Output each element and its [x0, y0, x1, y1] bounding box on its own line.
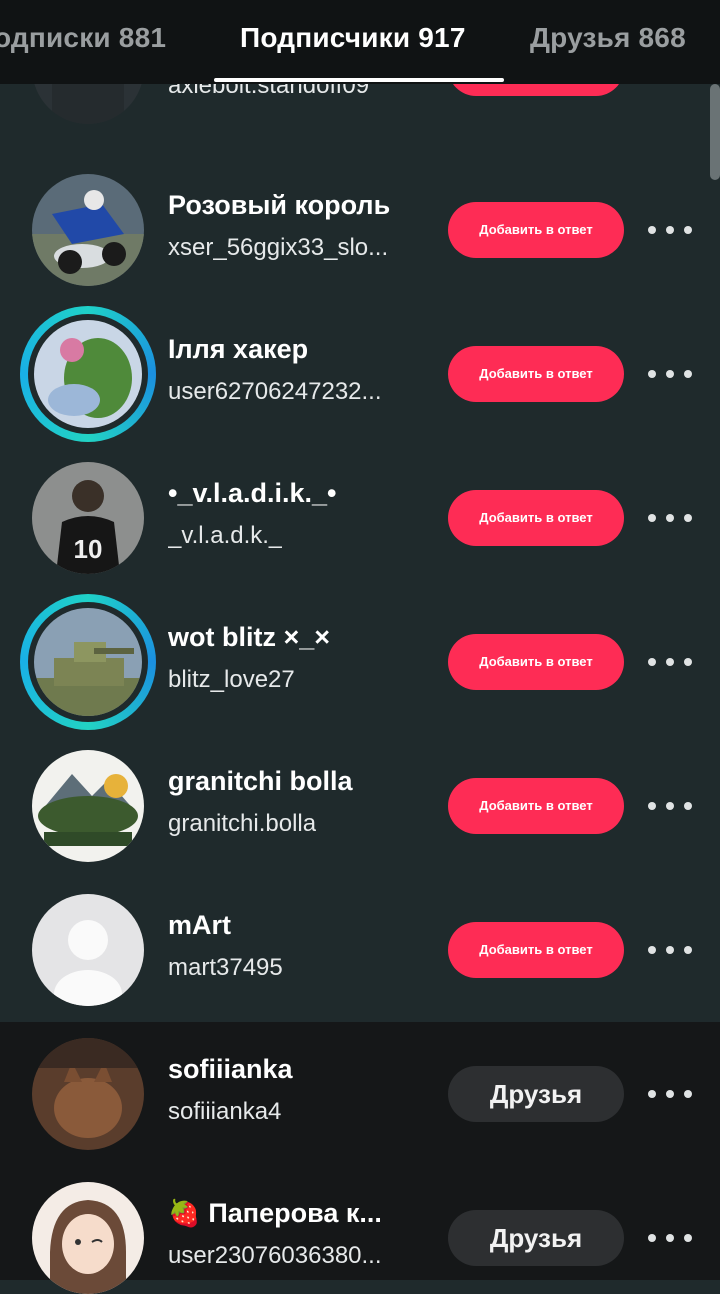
- tab-following[interactable]: одписки 881: [0, 22, 166, 54]
- tab-bar: одписки 881 Подписчики 917 Друзья 868: [0, 0, 720, 84]
- svg-text:10: 10: [74, 534, 103, 564]
- add-to-reply-button[interactable]: Добавить в ответ: [448, 778, 624, 834]
- user-name: Розовый король: [168, 190, 391, 220]
- avatar[interactable]: [32, 1038, 144, 1150]
- user-handle: xser_56ggix33_slo...: [168, 234, 389, 261]
- friends-button[interactable]: Друзья: [448, 1210, 624, 1266]
- avatar[interactable]: [32, 750, 144, 862]
- list-item[interactable]: Розовый король xser_56ggix33_slo... Доба…: [0, 158, 720, 302]
- avatar[interactable]: [32, 1182, 144, 1294]
- add-to-reply-button[interactable]: Добавить в ответ: [448, 634, 624, 690]
- more-dots-icon[interactable]: [648, 502, 692, 534]
- tab-followers[interactable]: Подписчики 917: [240, 22, 466, 54]
- avatar-with-story-ring[interactable]: [20, 594, 156, 730]
- user-name: •_v.l.a.d.i.k._•: [168, 478, 337, 508]
- avatar[interactable]: 10: [32, 462, 144, 574]
- list-item[interactable]: 🍓 Паперова к... user23076036380... Друзья: [0, 1166, 720, 1294]
- list-item[interactable]: granitchi bolla granitchi.bolla Добавить…: [0, 734, 720, 878]
- default-avatar-icon[interactable]: [32, 894, 144, 1006]
- user-handle: blitz_love27: [168, 666, 295, 693]
- add-to-reply-button[interactable]: Добавить в ответ: [448, 490, 624, 546]
- avatar-with-story-ring[interactable]: [20, 306, 156, 442]
- list-item[interactable]: sofiiianka sofiiianka4 Друзья: [0, 1022, 720, 1166]
- more-dots-icon[interactable]: [648, 646, 692, 678]
- user-name: mArt: [168, 910, 232, 940]
- user-name: wot blitz ×_×: [168, 622, 331, 652]
- add-to-reply-button[interactable]: Добавить в ответ: [448, 346, 624, 402]
- scrollbar[interactable]: [710, 84, 720, 180]
- more-dots-icon[interactable]: [648, 358, 692, 390]
- strawberry-emoji: 🍓: [168, 1198, 201, 1228]
- friends-button[interactable]: Друзья: [448, 1066, 624, 1122]
- more-dots-icon[interactable]: [648, 934, 692, 966]
- user-handle: mart37495: [168, 954, 283, 981]
- more-dots-icon[interactable]: [648, 1078, 692, 1110]
- more-dots-icon[interactable]: [648, 1222, 692, 1254]
- add-to-reply-button[interactable]: Добавить в ответ: [448, 202, 624, 258]
- list-item[interactable]: 10 •_v.l.a.d.i.k._• _v.l.a.d.k._ Добавит…: [0, 446, 720, 590]
- list-item[interactable]: mArt mart37495 Добавить в ответ: [0, 878, 720, 1022]
- user-name: sofiiianka: [168, 1054, 293, 1084]
- user-name: Ілля хакер: [168, 334, 309, 364]
- user-name: 🍓 Паперова к...: [168, 1198, 382, 1229]
- more-dots-icon[interactable]: [648, 214, 692, 246]
- avatar[interactable]: [32, 174, 144, 286]
- user-name-text: Паперова к...: [208, 1198, 382, 1228]
- user-handle: granitchi.bolla: [168, 810, 317, 837]
- list-item[interactable]: wot blitz ×_× blitz_love27 Добавить в от…: [0, 590, 720, 734]
- tab-friends[interactable]: Друзья 868: [530, 22, 686, 54]
- user-handle: _v.l.a.d.k._: [168, 522, 283, 549]
- list-item[interactable]: Ілля хакер user62706247232... Добавить в…: [0, 302, 720, 446]
- user-handle: user62706247232...: [168, 378, 382, 405]
- add-to-reply-button[interactable]: Добавить в ответ: [448, 922, 624, 978]
- user-handle: user23076036380...: [168, 1242, 382, 1269]
- user-name: granitchi bolla: [168, 766, 353, 796]
- more-dots-icon[interactable]: [648, 790, 692, 822]
- active-tab-indicator: [214, 78, 504, 82]
- user-handle: sofiiianka4: [168, 1098, 282, 1125]
